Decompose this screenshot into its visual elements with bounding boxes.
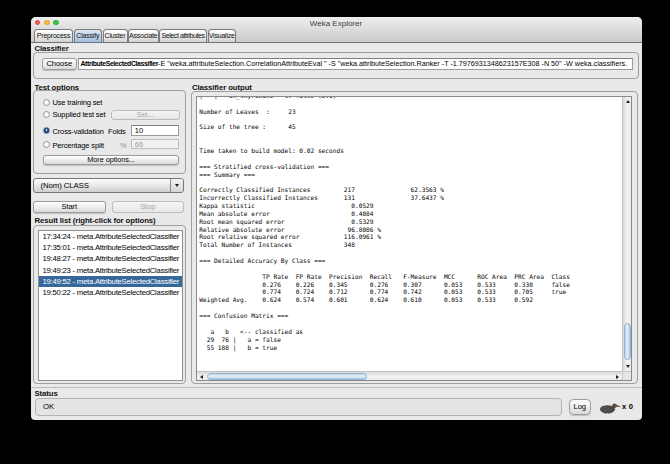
weka-bird-icon: [599, 402, 622, 414]
result-list-groupbox: 17:34:24 - meta.AttributeSelectedClassif…: [33, 225, 186, 384]
class-attribute-select[interactable]: (Nom) CLASS: [33, 178, 184, 194]
choose-classifier-button[interactable]: Choose: [42, 58, 77, 71]
classifier-name: AttributeSelectedClassifier: [81, 60, 159, 67]
start-button[interactable]: Start: [33, 201, 107, 213]
tab-associate[interactable]: Associate: [128, 29, 159, 42]
scroll-left-button[interactable]: [197, 372, 207, 381]
folds-input[interactable]: 10: [131, 125, 180, 136]
arrow-down-icon: [626, 365, 630, 368]
radio-use-training-set-label: Use training set: [53, 98, 103, 107]
tab-select-attributes[interactable]: Select attributes: [159, 29, 207, 42]
tab-bar-underline: [31, 42, 642, 43]
classifier-options: -E "weka.attributeSelection.CorrelationA…: [158, 59, 627, 68]
result-list-item[interactable]: 19:50:22 - meta.AttributeSelectedClassif…: [39, 287, 182, 298]
classifier-output-viewport[interactable]: | | on_thyroxine = t: false (5.0) Number…: [197, 97, 622, 371]
arrow-right-icon: [616, 375, 619, 379]
result-list-section-label: Result list (right-click for options): [35, 216, 156, 225]
arrow-left-icon: [200, 375, 203, 379]
set-test-set-button[interactable]: Set...: [111, 110, 180, 120]
stop-button[interactable]: Stop: [112, 201, 185, 213]
status-section-label: Status: [35, 389, 58, 398]
radio-percentage-split[interactable]: [43, 141, 50, 148]
percentage-split-input[interactable]: 66: [131, 139, 180, 149]
window-title: Weka Explorer: [31, 19, 642, 28]
horizontal-scrollbar[interactable]: [197, 371, 622, 380]
tab-preprocess[interactable]: Preprocess: [34, 29, 73, 42]
status-text: OK: [43, 402, 54, 411]
weka-explorer-window: Weka Explorer PreprocessClassifyClusterA…: [31, 17, 642, 420]
log-button[interactable]: Log: [569, 399, 592, 416]
combo-arrow-button[interactable]: [170, 179, 183, 193]
result-list-item[interactable]: 19:48:27 - meta.AttributeSelectedClassif…: [39, 253, 182, 264]
radio-cross-validation[interactable]: [43, 127, 50, 134]
classifier-command-field[interactable]: AttributeSelectedClassifier -E "weka.att…: [78, 58, 633, 71]
result-list: 17:34:24 - meta.AttributeSelectedClassif…: [38, 230, 183, 381]
run-counter: x 0: [622, 402, 633, 411]
radio-cross-validation-label: Cross-validation: [53, 127, 104, 136]
result-list-item[interactable]: 17:34:24 - meta.AttributeSelectedClassif…: [39, 231, 182, 242]
tab-visualize[interactable]: Visualize: [208, 29, 237, 42]
test-options-groupbox: Use training set Supplied test set Set..…: [33, 90, 186, 175]
vertical-scrollbar-thumb[interactable]: [624, 323, 631, 361]
classifier-output-text: | | on_thyroxine = t: false (5.0) Number…: [197, 97, 622, 351]
arrow-up-icon: [626, 100, 630, 103]
radio-supplied-test-set-label: Supplied test set: [53, 110, 106, 119]
tab-cluster[interactable]: Cluster: [103, 29, 128, 42]
scroll-up-button[interactable]: [623, 97, 632, 107]
title-bar: Weka Explorer PreprocessClassifyClusterA…: [31, 17, 642, 44]
result-list-item[interactable]: 19:49:23 - meta.AttributeSelectedClassif…: [39, 265, 182, 276]
chevron-down-icon: [175, 184, 179, 187]
scroll-right-button[interactable]: [612, 372, 622, 381]
radio-use-training-set[interactable]: [43, 99, 50, 106]
scrollbar-corner: [622, 371, 631, 380]
radio-percentage-split-label: Percentage split: [53, 141, 104, 150]
radio-supplied-test-set[interactable]: [43, 111, 50, 118]
classifier-output-scrollpane: | | on_thyroxine = t: false (5.0) Number…: [196, 96, 632, 381]
more-options-button[interactable]: More options...: [43, 155, 179, 165]
result-list-item[interactable]: 19:49:52 - meta.AttributeSelectedClassif…: [39, 276, 182, 287]
tab-classify[interactable]: Classify: [74, 29, 103, 42]
status-divider: [31, 387, 642, 388]
tab-bar: PreprocessClassifyClusterAssociateSelect…: [31, 29, 642, 42]
status-field: OK: [35, 398, 562, 416]
percent-label: %: [120, 141, 127, 150]
folds-label: Folds: [108, 127, 126, 136]
class-attribute-value: (Nom) CLASS: [34, 181, 170, 190]
result-list-item[interactable]: 17:35:01 - meta.AttributeSelectedClassif…: [39, 242, 182, 253]
horizontal-scrollbar-thumb[interactable]: [207, 373, 367, 380]
scroll-down-button[interactable]: [623, 361, 632, 371]
vertical-scrollbar[interactable]: [622, 97, 631, 371]
